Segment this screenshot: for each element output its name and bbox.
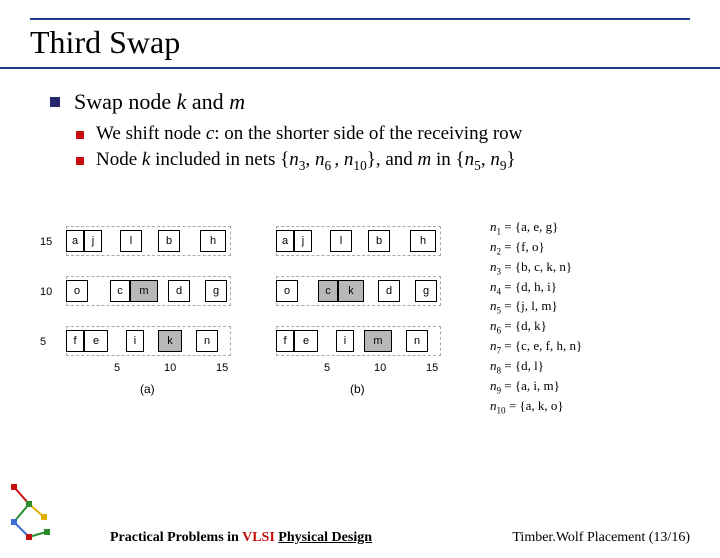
x-tick: 10 xyxy=(374,362,386,374)
sub-bullet: Node k included in nets {n3, n6 , n10}, … xyxy=(76,149,680,174)
y-tick: 10 xyxy=(40,286,52,298)
txt: We shift node xyxy=(96,123,206,144)
net-row: n5 = {j, l, m} xyxy=(490,297,582,317)
node: o xyxy=(276,280,298,302)
net-row: n9 = {a, i, m} xyxy=(490,377,582,397)
node: g xyxy=(205,280,227,302)
txt: and xyxy=(186,89,229,114)
node: e xyxy=(294,330,318,352)
txt: }, and xyxy=(367,149,418,170)
node: l xyxy=(120,230,142,252)
txt: , xyxy=(481,149,491,170)
txt: } xyxy=(506,149,515,170)
node: i xyxy=(336,330,354,352)
net: n xyxy=(344,149,354,170)
node-m: m xyxy=(364,330,392,352)
var-m: m xyxy=(418,149,432,170)
node: a xyxy=(66,230,84,252)
diagram-area: 15 10 5 a j l b h o c m d g f e i k n 5 … xyxy=(40,218,680,448)
net-row: n7 = {c, e, f, h, n} xyxy=(490,337,582,357)
main-bullet: Swap node k and m xyxy=(50,89,680,115)
x-tick: 10 xyxy=(164,362,176,374)
node: l xyxy=(330,230,352,252)
node: i xyxy=(126,330,144,352)
sub: 10 xyxy=(353,158,366,173)
net-row: n1 = {a, e, g} xyxy=(490,218,582,238)
var-m: m xyxy=(229,89,245,114)
node: d xyxy=(378,280,400,302)
vlsi-label: VLSI xyxy=(242,530,275,545)
txt: in { xyxy=(431,149,464,170)
txt: Swap node xyxy=(74,89,177,114)
net: n xyxy=(490,149,500,170)
node: b xyxy=(158,230,180,252)
content-area: Swap node k and m We shift node c: on th… xyxy=(50,89,680,174)
node: c xyxy=(110,280,130,302)
sub-bullets: We shift node c: on the shorter side of … xyxy=(76,123,680,174)
caption-a: (a) xyxy=(140,382,155,396)
title-underline xyxy=(0,67,720,69)
txt: Node xyxy=(96,149,142,170)
node: h xyxy=(200,230,226,252)
y-tick: 5 xyxy=(40,336,46,348)
node: h xyxy=(410,230,436,252)
sub-bullet-text: We shift node c: on the shorter side of … xyxy=(96,123,522,145)
node: o xyxy=(66,280,88,302)
node: g xyxy=(415,280,437,302)
netlist: n1 = {a, e, g} n2 = {f, o} n3 = {b, c, k… xyxy=(490,218,582,417)
node: j xyxy=(294,230,312,252)
footer: Practical Problems in VLSI Physical Desi… xyxy=(0,530,720,546)
phys-label: Physical Design xyxy=(278,530,372,545)
txt: , xyxy=(334,149,344,170)
node: f xyxy=(276,330,294,352)
node: a xyxy=(276,230,294,252)
net-row: n10 = {a, k, o} xyxy=(490,397,582,417)
net: n xyxy=(465,149,475,170)
node: d xyxy=(168,280,190,302)
sub: 5 xyxy=(474,158,481,173)
net-row: n3 = {b, c, k, n} xyxy=(490,258,582,278)
txt: , xyxy=(305,149,315,170)
sub-bullet-icon xyxy=(76,157,84,165)
footer-left: Practical Problems in VLSI Physical Desi… xyxy=(110,530,372,546)
txt: : on the shorter side of the receiving r… xyxy=(214,123,522,144)
node: j xyxy=(84,230,102,252)
node: f xyxy=(66,330,84,352)
var-k: k xyxy=(177,89,187,114)
net-row: n2 = {f, o} xyxy=(490,238,582,258)
node: n xyxy=(406,330,428,352)
sub-bullet-text: Node k included in nets {n3, n6 , n10}, … xyxy=(96,149,516,174)
node-m: m xyxy=(130,280,158,302)
x-tick: 5 xyxy=(324,362,330,374)
node-c: c xyxy=(318,280,338,302)
net-row: n6 = {d, k} xyxy=(490,317,582,337)
x-tick: 5 xyxy=(114,362,120,374)
sub: 6 xyxy=(324,158,334,173)
node-k: k xyxy=(338,280,364,302)
net: n xyxy=(289,149,299,170)
node: e xyxy=(84,330,108,352)
sub-bullet-icon xyxy=(76,131,84,139)
txt: included in nets { xyxy=(150,149,289,170)
bullet-icon xyxy=(50,97,60,107)
x-tick: 15 xyxy=(426,362,438,374)
node: b xyxy=(368,230,390,252)
main-bullet-text: Swap node k and m xyxy=(74,89,245,115)
net-row: n4 = {d, h, i} xyxy=(490,278,582,298)
net-row: n8 = {d, l} xyxy=(490,357,582,377)
x-tick: 15 xyxy=(216,362,228,374)
var-c: c xyxy=(206,123,214,144)
node-k: k xyxy=(158,330,182,352)
footer-right: Timber.Wolf Placement (13/16) xyxy=(512,530,690,546)
caption-b: (b) xyxy=(350,382,365,396)
y-tick: 15 xyxy=(40,236,52,248)
txt: Practical Problems in xyxy=(110,530,242,545)
sub-bullet: We shift node c: on the shorter side of … xyxy=(76,123,680,145)
page-title: Third Swap xyxy=(30,24,690,67)
net: n xyxy=(315,149,325,170)
node: n xyxy=(196,330,218,352)
